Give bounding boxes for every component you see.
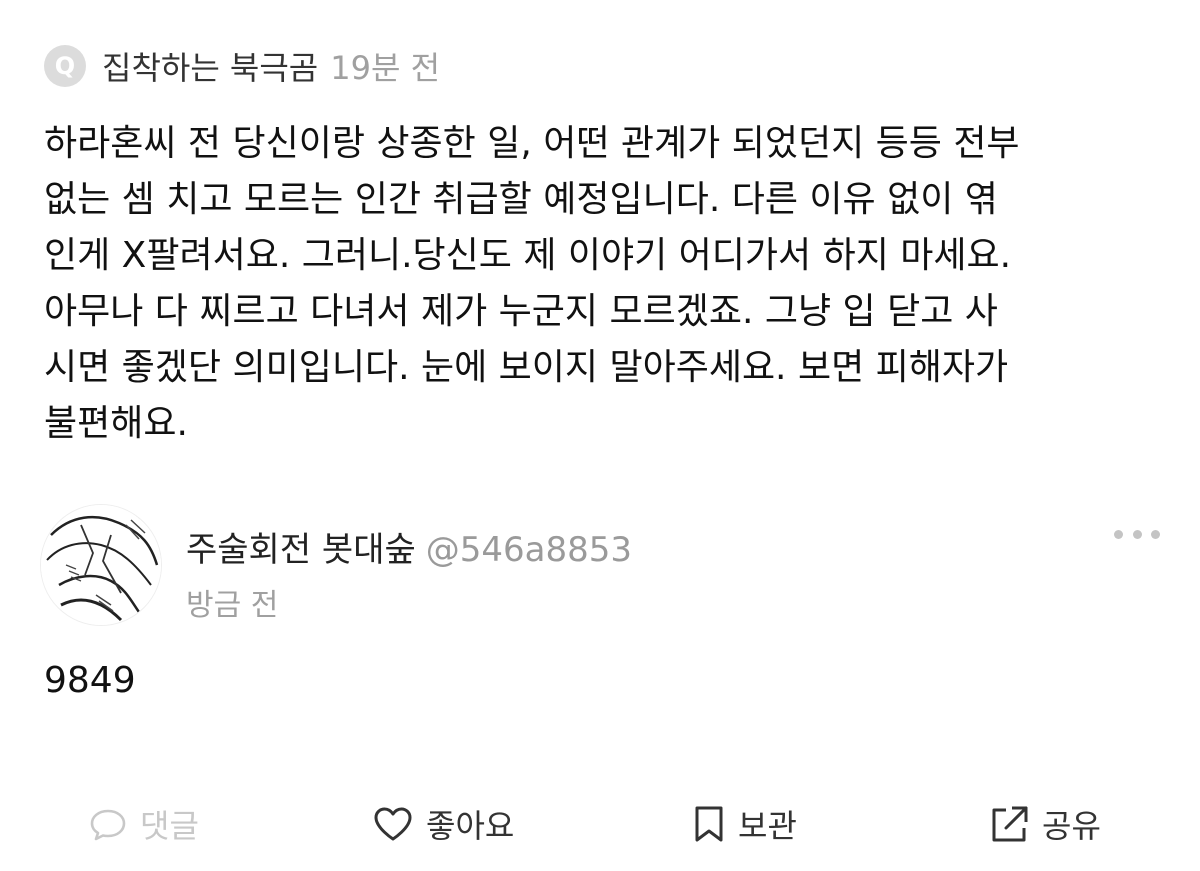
avatar-illustration-icon [41, 505, 161, 625]
question-q-icon: Q [44, 45, 86, 87]
answerer-name-row: 주술회전 봇대숲 @546a8853 [186, 522, 632, 571]
avatar[interactable] [40, 504, 162, 626]
question-header: Q 집착하는 북극곰 19분 전 [44, 38, 440, 94]
more-dots-icon[interactable] [1114, 524, 1160, 544]
heart-icon [374, 807, 412, 841]
action-bar: 댓글 좋아요 보관 공유 [0, 796, 1200, 852]
asker-name[interactable]: 집착하는 북극곰 [102, 43, 318, 89]
question-text: 하라혼씨 전 당신이랑 상종한 일, 어떤 관계가 되었던지 등등 전부 없는 … [44, 123, 1020, 444]
question-timestamp: 19분 전 [330, 49, 441, 87]
save-label: 보관 [738, 807, 797, 845]
comment-button[interactable]: 댓글 [88, 796, 199, 852]
answer-header: 주술회전 봇대숲 @546a8853 방금 전 [40, 500, 1160, 626]
comment-label: 댓글 [140, 807, 199, 845]
answer-timestamp: 방금 전 [186, 588, 279, 623]
bookmark-icon [695, 806, 723, 842]
comment-bubble-icon [90, 809, 126, 841]
answerer-handle[interactable]: @546a8853 [426, 530, 632, 570]
share-button[interactable]: 공유 [988, 796, 1101, 852]
answerer-name[interactable]: 주술회전 봇대숲 [186, 522, 416, 571]
like-label: 좋아요 [426, 807, 515, 845]
save-button[interactable]: 보관 [692, 796, 797, 852]
share-icon [992, 806, 1028, 842]
like-button[interactable]: 좋아요 [372, 796, 514, 852]
answer-text: 9849 [44, 660, 136, 701]
share-label: 공유 [1042, 807, 1101, 845]
